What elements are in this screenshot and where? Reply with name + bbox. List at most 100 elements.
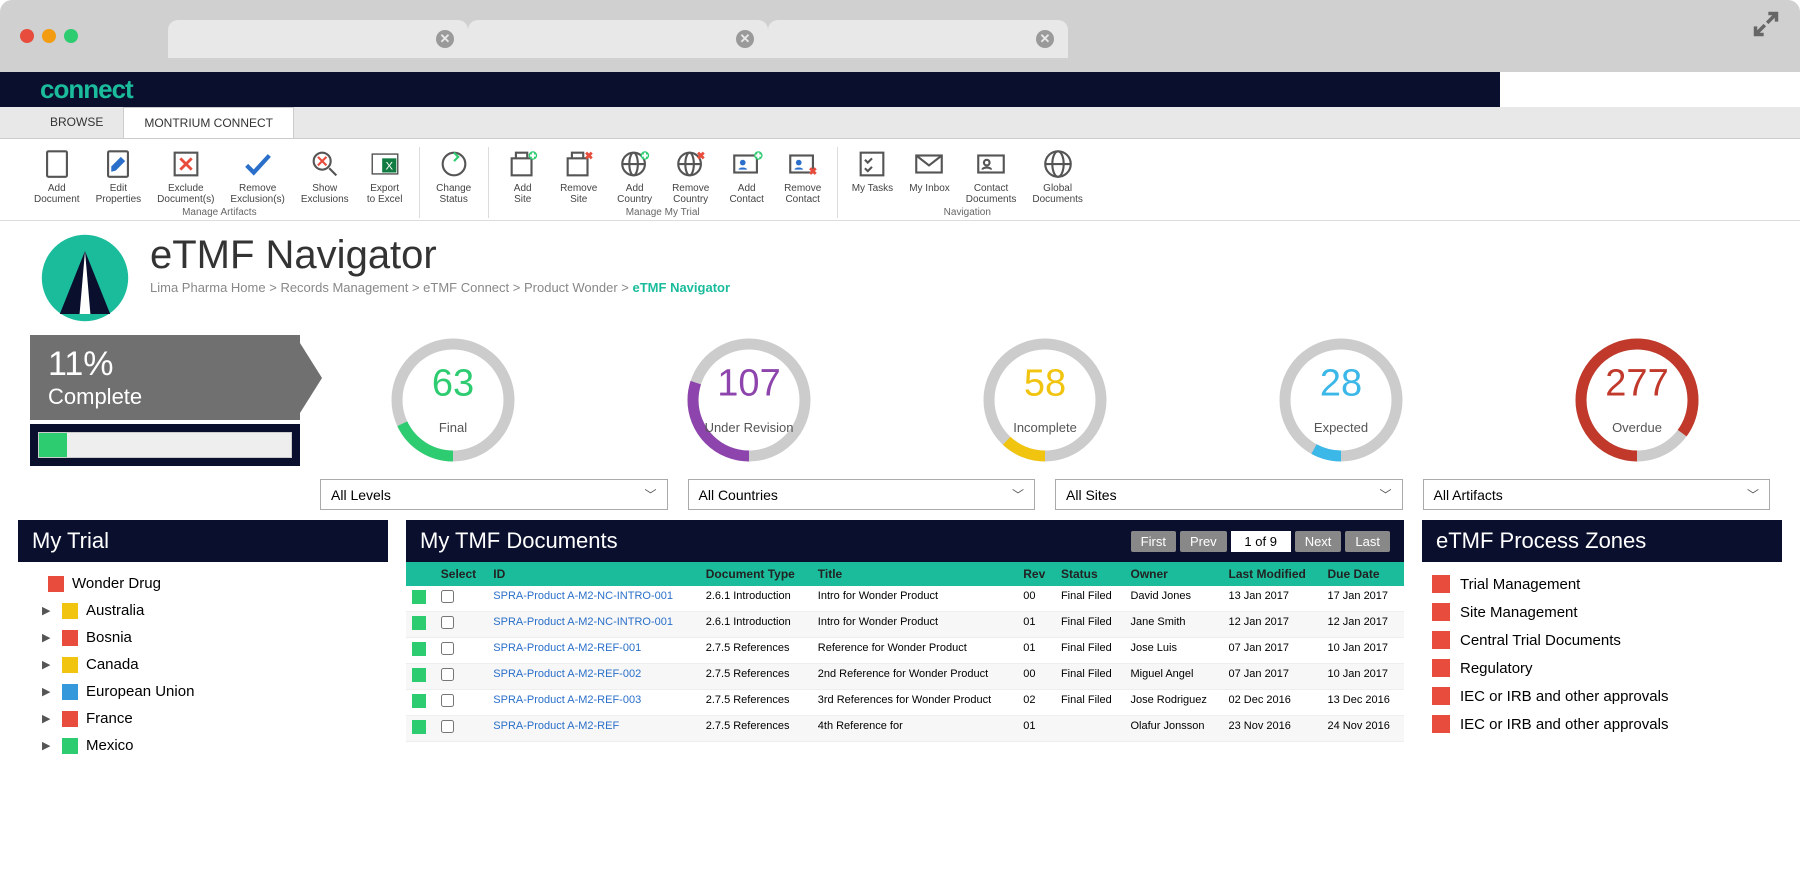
- breadcrumb-item[interactable]: Records Management: [280, 280, 408, 295]
- zone-item[interactable]: IEC or IRB and other approvals: [1432, 710, 1772, 738]
- browser-tab[interactable]: ✕: [768, 20, 1068, 58]
- gauge-overdue[interactable]: 277 Overdue: [1572, 335, 1702, 465]
- doc-id[interactable]: SPRA-Product A-M2-NC-INTRO-001: [487, 612, 699, 638]
- gauge-expected[interactable]: 28 Expected: [1276, 335, 1406, 465]
- tree-item[interactable]: ▶ European Union: [28, 678, 378, 705]
- table-row[interactable]: SPRA-Product A-M2-NC-INTRO-001 2.6.1 Int…: [406, 586, 1404, 612]
- minimize-dot-icon[interactable]: [42, 29, 56, 43]
- expand-arrow-icon[interactable]: ▶: [42, 739, 54, 752]
- column-header[interactable]: Title: [812, 562, 1018, 586]
- breadcrumb-item[interactable]: Product Wonder: [524, 280, 618, 295]
- tab-close-icon[interactable]: ✕: [736, 30, 754, 48]
- ribbon-site-remove-button[interactable]: RemoveSite: [551, 147, 607, 205]
- pager-prev-button[interactable]: Prev: [1180, 531, 1227, 552]
- column-header[interactable]: Owner: [1124, 562, 1222, 586]
- maximize-dot-icon[interactable]: [64, 29, 78, 43]
- doc-id[interactable]: SPRA-Product A-M2-REF-001: [487, 638, 699, 664]
- ribbon-excel-button[interactable]: X Exportto Excel: [357, 147, 413, 205]
- doc-id[interactable]: SPRA-Product A-M2-REF-002: [487, 664, 699, 690]
- filter-select[interactable]: All Sites ﹀: [1055, 479, 1403, 510]
- table-row[interactable]: SPRA-Product A-M2-REF-001 2.7.5 Referenc…: [406, 638, 1404, 664]
- doc-status: Final Filed: [1055, 586, 1125, 612]
- ribbon-contact-add-button[interactable]: AddContact: [719, 147, 775, 205]
- table-row[interactable]: SPRA-Product A-M2-NC-INTRO-001 2.6.1 Int…: [406, 612, 1404, 638]
- filter-select[interactable]: All Countries ﹀: [688, 479, 1036, 510]
- ribbon-site-add-button[interactable]: AddSite: [495, 147, 551, 205]
- row-checkbox[interactable]: [441, 642, 454, 655]
- column-header[interactable]: Rev: [1017, 562, 1055, 586]
- breadcrumb-item[interactable]: Lima Pharma Home: [150, 280, 266, 295]
- zone-item[interactable]: IEC or IRB and other approvals: [1432, 682, 1772, 710]
- ribbon-refresh-button[interactable]: ChangeStatus: [426, 147, 482, 205]
- zone-item[interactable]: Site Management: [1432, 598, 1772, 626]
- doc-id[interactable]: SPRA-Product A-M2-NC-INTRO-001: [487, 586, 699, 612]
- zone-item[interactable]: Regulatory: [1432, 654, 1772, 682]
- tree-item[interactable]: ▶ Bosnia: [28, 624, 378, 651]
- ribbon-globe-button[interactable]: GlobalDocuments: [1024, 147, 1091, 205]
- pager-page-input[interactable]: 1 of 9: [1231, 531, 1291, 552]
- ribbon-contact-docs-button[interactable]: ContactDocuments: [958, 147, 1025, 205]
- browser-tab[interactable]: ✕: [168, 20, 468, 58]
- ribbon-globe-remove-button[interactable]: RemoveCountry: [663, 147, 719, 205]
- tree-item[interactable]: ▶ Australia: [28, 597, 378, 624]
- breadcrumb-item[interactable]: eTMF Connect: [423, 280, 509, 295]
- expand-arrow-icon[interactable]: ▶: [42, 631, 54, 644]
- filter-select[interactable]: All Artifacts ﹀: [1423, 479, 1771, 510]
- ribbon-exclude-button[interactable]: ExcludeDocument(s): [149, 147, 222, 205]
- edit-icon: [101, 147, 135, 181]
- doc-id[interactable]: SPRA-Product A-M2-REF: [487, 716, 699, 742]
- expand-icon[interactable]: [1752, 10, 1780, 38]
- column-header[interactable]: ID: [487, 562, 699, 586]
- tree-item[interactable]: ▶ Mexico: [28, 732, 378, 759]
- expand-arrow-icon[interactable]: ▶: [42, 685, 54, 698]
- expand-arrow-icon[interactable]: ▶: [42, 712, 54, 725]
- row-checkbox[interactable]: [441, 590, 454, 603]
- nav-tab[interactable]: BROWSE: [30, 107, 123, 138]
- row-checkbox[interactable]: [441, 720, 454, 733]
- ribbon-inbox-button[interactable]: My Inbox: [901, 147, 958, 205]
- filter-select[interactable]: All Levels ﹀: [320, 479, 668, 510]
- tab-close-icon[interactable]: ✕: [1036, 30, 1054, 48]
- ribbon-search-button[interactable]: ShowExclusions: [293, 147, 357, 205]
- column-header[interactable]: Select: [435, 562, 487, 586]
- doc-modified: 12 Jan 2017: [1222, 612, 1321, 638]
- ribbon-globe-add-button[interactable]: AddCountry: [607, 147, 663, 205]
- gauge-incomplete[interactable]: 58 Incomplete: [980, 335, 1110, 465]
- column-header[interactable]: Due Date: [1321, 562, 1404, 586]
- zone-item[interactable]: Central Trial Documents: [1432, 626, 1772, 654]
- status-icon: [412, 590, 426, 604]
- column-header[interactable]: [406, 562, 435, 586]
- ribbon-check-button[interactable]: RemoveExclusion(s): [222, 147, 292, 205]
- ribbon-group-label: Navigation: [944, 207, 991, 218]
- row-checkbox[interactable]: [441, 668, 454, 681]
- table-row[interactable]: SPRA-Product A-M2-REF-002 2.7.5 Referenc…: [406, 664, 1404, 690]
- gauge-under-revision[interactable]: 107 Under Revision: [684, 335, 814, 465]
- column-header[interactable]: Status: [1055, 562, 1125, 586]
- browser-tab[interactable]: ✕: [468, 20, 768, 58]
- column-header[interactable]: Last Modified: [1222, 562, 1321, 586]
- tree-item[interactable]: ▶ Canada: [28, 651, 378, 678]
- table-row[interactable]: SPRA-Product A-M2-REF-003 2.7.5 Referenc…: [406, 690, 1404, 716]
- row-checkbox[interactable]: [441, 694, 454, 707]
- ribbon-contact-remove-button[interactable]: RemoveContact: [775, 147, 831, 205]
- ribbon-doc-add-button[interactable]: AddDocument: [26, 147, 88, 205]
- expand-arrow-icon[interactable]: ▶: [42, 604, 54, 617]
- pager-first-button[interactable]: First: [1131, 531, 1176, 552]
- row-checkbox[interactable]: [441, 616, 454, 629]
- column-header[interactable]: Document Type: [700, 562, 812, 586]
- nav-tabs: BROWSEMONTRIUM CONNECT: [0, 107, 1800, 139]
- gauge-final[interactable]: 63 Final: [388, 335, 518, 465]
- tree-root[interactable]: Wonder Drug: [28, 570, 378, 597]
- tab-close-icon[interactable]: ✕: [436, 30, 454, 48]
- table-row[interactable]: SPRA-Product A-M2-REF 2.7.5 References 4…: [406, 716, 1404, 742]
- nav-tab[interactable]: MONTRIUM CONNECT: [123, 107, 294, 138]
- tree-item[interactable]: ▶ France: [28, 705, 378, 732]
- close-dot-icon[interactable]: [20, 29, 34, 43]
- ribbon-edit-button[interactable]: EditProperties: [88, 147, 150, 205]
- pager-last-button[interactable]: Last: [1345, 531, 1390, 552]
- ribbon-tasks-button[interactable]: My Tasks: [844, 147, 902, 205]
- expand-arrow-icon[interactable]: ▶: [42, 658, 54, 671]
- pager-next-button[interactable]: Next: [1295, 531, 1342, 552]
- zone-item[interactable]: Trial Management: [1432, 570, 1772, 598]
- doc-id[interactable]: SPRA-Product A-M2-REF-003: [487, 690, 699, 716]
